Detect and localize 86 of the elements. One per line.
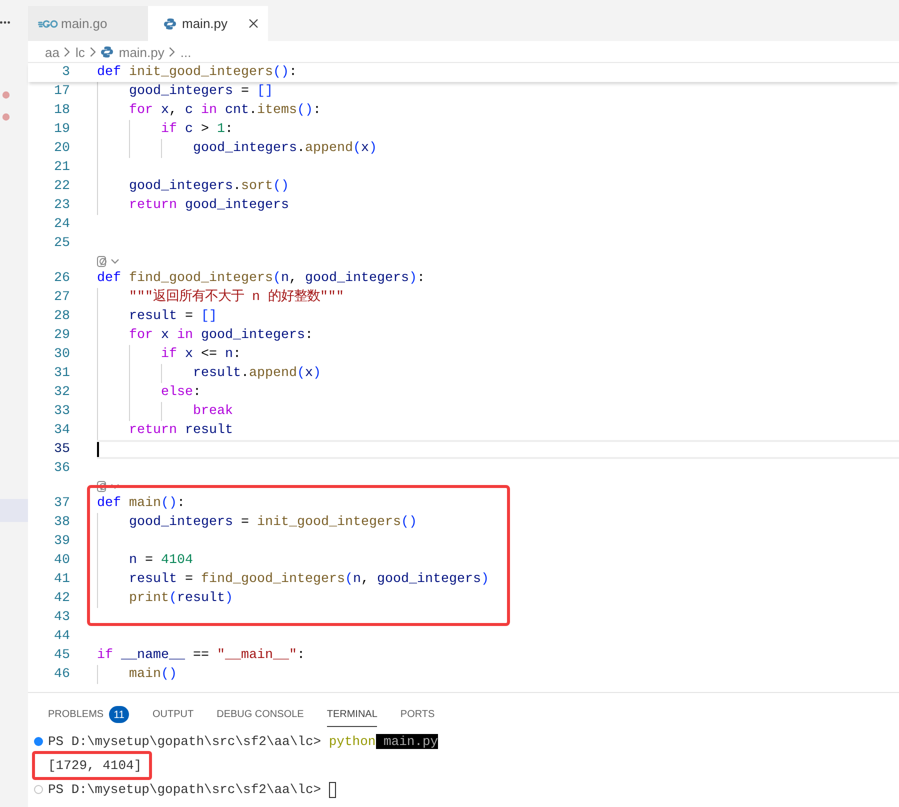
- chevron-right-icon: [64, 47, 70, 57]
- breadcrumb-item[interactable]: main.py: [100, 44, 164, 60]
- terminal-line: [1729, 4104]: [48, 758, 142, 773]
- dot-icon: [2, 91, 10, 99]
- logo-icon[interactable]: [97, 256, 108, 266]
- chevron-down-icon[interactable]: [111, 484, 119, 488]
- count-badge: 11: [108, 706, 130, 723]
- breadcrumb-item[interactable]: aa: [45, 44, 60, 60]
- line-number: 32: [53, 384, 70, 402]
- panel-tab[interactable]: DEBUG CONSOLE: [216, 703, 304, 727]
- line-number: 3: [61, 64, 70, 82]
- code-line: if x <= n:: [161, 347, 241, 362]
- line-number: 30: [53, 346, 70, 364]
- editor-tab[interactable]: main.go: [28, 6, 148, 41]
- panel-tab[interactable]: PORTS: [400, 703, 435, 727]
- line-number: 26: [53, 270, 70, 288]
- code-line: good_integers = []: [129, 84, 273, 99]
- line-number: 19: [53, 121, 70, 139]
- line-number: 18: [53, 102, 70, 120]
- line-number: 39: [53, 533, 70, 551]
- code-line: def main():: [97, 496, 185, 511]
- line-number: 37: [53, 495, 70, 513]
- line-number: 35: [53, 441, 70, 459]
- code-line: return result: [129, 423, 233, 438]
- line-number: 41: [53, 571, 70, 589]
- code-line: else:: [161, 385, 201, 400]
- code-line: print(result): [129, 591, 233, 606]
- code-line: good_integers.append(x): [192, 141, 377, 156]
- panel-tab[interactable]: PROBLEMS 11: [48, 703, 130, 727]
- code-line: good_integers.sort(): [129, 179, 289, 194]
- code-line: if c > 1:: [161, 122, 233, 137]
- panel-tab[interactable]: OUTPUT: [152, 703, 194, 727]
- breadcrumb-item[interactable]: lc: [75, 44, 85, 60]
- line-number: 17: [53, 83, 70, 101]
- status-dot-icon: [34, 737, 43, 746]
- chevron-right-icon: [169, 47, 176, 57]
- code-line: """返回所有不大于 n 的好整数""": [129, 290, 344, 305]
- code-line: main(): [129, 667, 177, 682]
- line-number: 33: [53, 403, 70, 421]
- file-type-icon: [100, 46, 113, 58]
- line-number: 38: [53, 514, 70, 532]
- code-line: result = find_good_integers(n, good_integers): [129, 572, 489, 587]
- code-line: result = []: [129, 309, 217, 324]
- code-line: if __name__ == "__main__":: [97, 648, 305, 663]
- dot-icon: [2, 113, 10, 121]
- line-number: 21: [53, 159, 70, 177]
- line-number: 28: [53, 308, 70, 326]
- more-icon[interactable]: [0, 21, 10, 24]
- chevron-down-icon[interactable]: [111, 258, 119, 264]
- file-type-icon: [164, 18, 176, 30]
- line-number: 43: [53, 609, 70, 627]
- terminal-line: PS D:\mysetup\gopath\src\sf2\aa\lc>: [48, 782, 322, 797]
- line-number: 31: [53, 365, 70, 383]
- code-line: result.append(x): [192, 366, 321, 381]
- file-type-icon: [38, 18, 58, 28]
- logo-icon[interactable]: [97, 480, 108, 492]
- code-line: def find_good_integers(n, good_integers):: [97, 271, 425, 286]
- close-icon[interactable]: [249, 19, 258, 28]
- line-number: 34: [53, 422, 70, 440]
- line-number: 45: [53, 647, 70, 665]
- terminal-line: PS D:\mysetup\gopath\src\sf2\aa\lc> python main.py: [48, 734, 438, 749]
- code-line: return good_integers: [129, 198, 289, 213]
- line-number: 20: [53, 140, 70, 158]
- editor-tab[interactable]: main.py: [148, 6, 268, 41]
- line-number: 24: [53, 216, 70, 234]
- panel-tab[interactable]: TERMINAL: [326, 703, 378, 727]
- code-line: for x, c in cnt.items():: [129, 103, 321, 118]
- line-number: 36: [53, 460, 70, 478]
- line-number: 25: [53, 235, 70, 253]
- line-number: 29: [53, 327, 70, 345]
- line-number: 23: [53, 197, 70, 215]
- line-number: 27: [53, 289, 70, 307]
- code-line: good_integers = init_good_integers(): [129, 515, 417, 530]
- text-cursor: [97, 442, 99, 457]
- code-line: n = 4104: [129, 553, 193, 568]
- code-line: break: [192, 404, 233, 419]
- line-number: 22: [53, 178, 70, 196]
- line-number: 46: [53, 666, 70, 684]
- line-number: 42: [53, 590, 70, 608]
- line-number: 40: [53, 552, 70, 570]
- chevron-right-icon: [90, 47, 96, 57]
- code-line: def init_good_integers():: [97, 65, 297, 80]
- breadcrumb-item[interactable]: ...: [180, 44, 192, 60]
- line-number: 44: [53, 628, 70, 646]
- code-line: for x in good_integers:: [129, 328, 313, 343]
- ring-icon: [34, 785, 43, 794]
